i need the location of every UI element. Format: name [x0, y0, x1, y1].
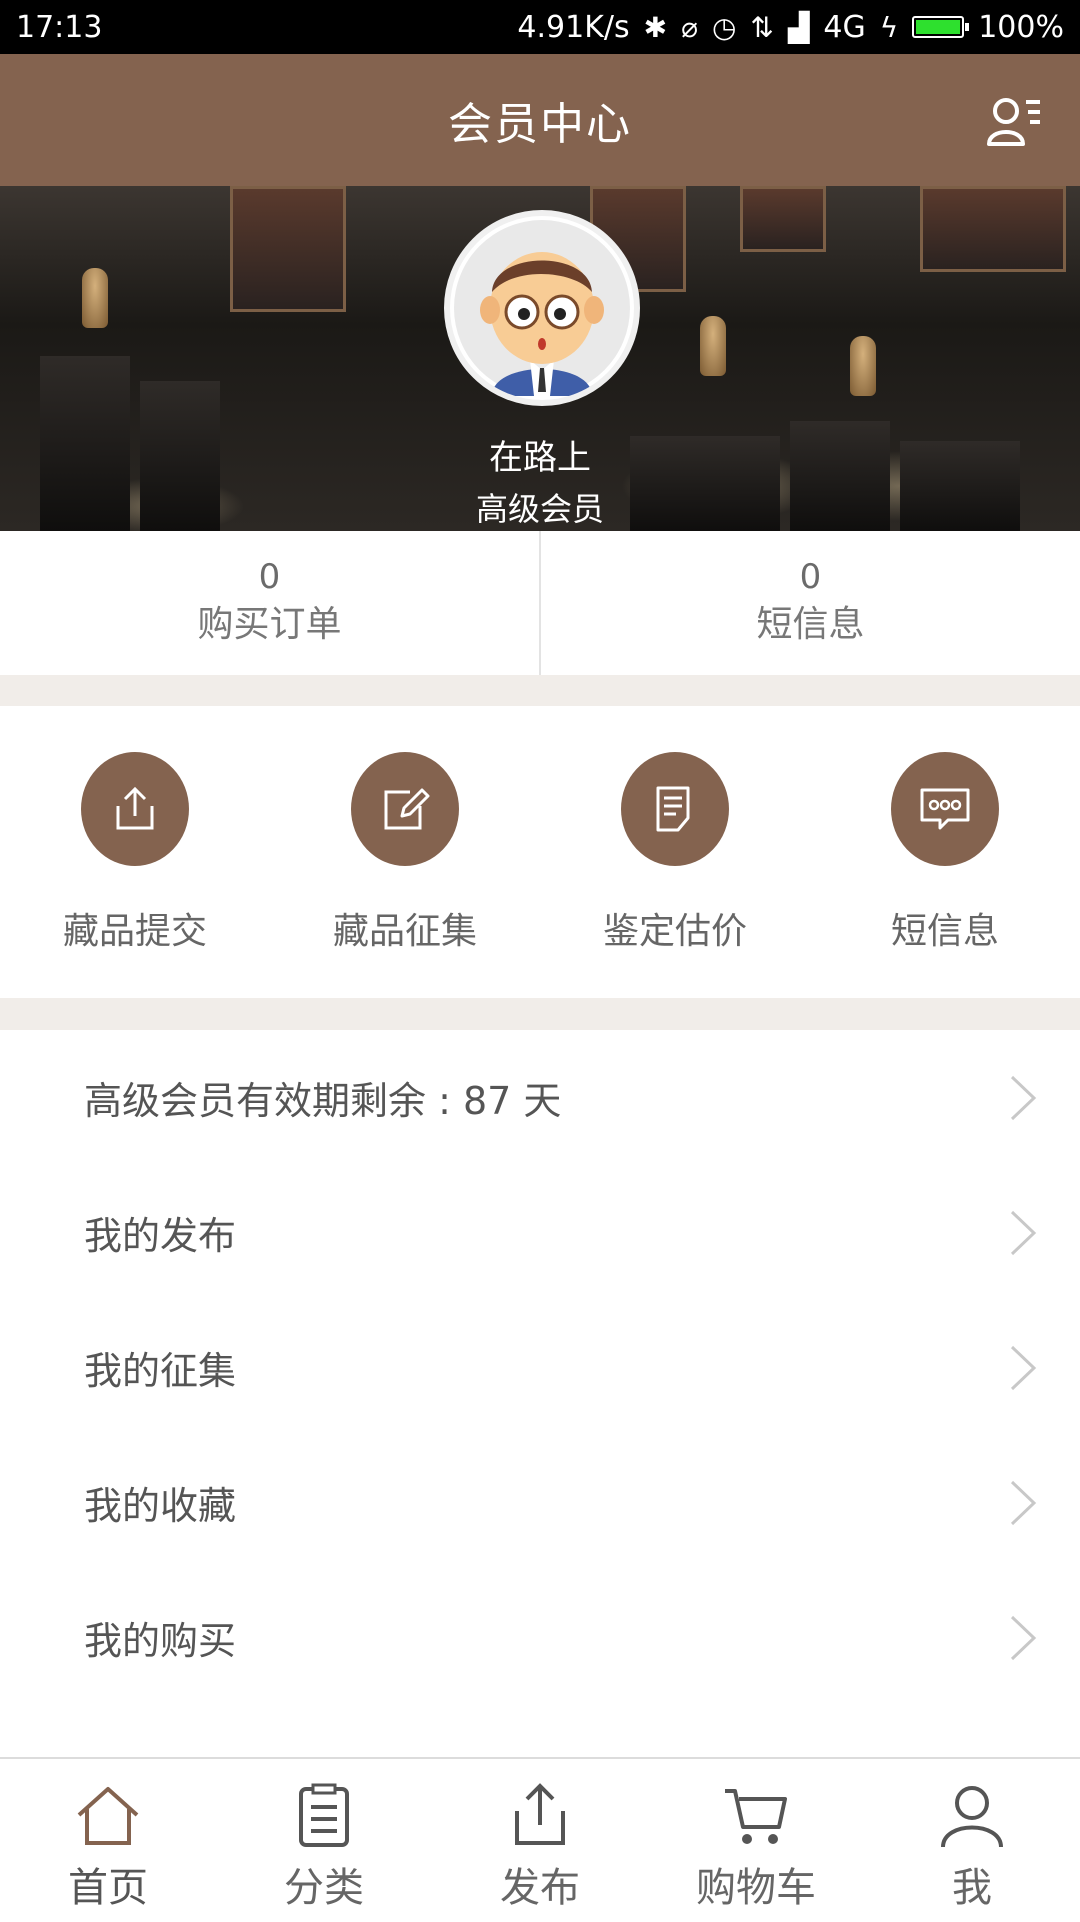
menu-item-my-purchases[interactable]: 我的购买 [0, 1570, 1080, 1705]
cart-icon [725, 1789, 787, 1844]
bluetooth-icon: ✱ [643, 10, 668, 44]
battery-level: 100% [978, 9, 1064, 45]
chevron-right-icon [1010, 1075, 1037, 1120]
user-settings-icon[interactable] [986, 96, 1042, 148]
action-label: 藏品征集 [332, 911, 477, 952]
menu-item-label: 我的购买 [84, 1619, 237, 1663]
action-appraisal[interactable]: 鉴定估价 [540, 706, 810, 998]
charging-icon: ϟ [879, 10, 899, 44]
section-divider [0, 998, 1080, 1030]
home-icon [77, 1787, 139, 1845]
nav-me[interactable]: 我 [864, 1759, 1080, 1922]
stat-orders[interactable]: 0 购买订单 [0, 531, 541, 675]
banner-artwork [920, 186, 1066, 272]
banner-statue [82, 268, 108, 328]
data-transfer-icon: ⇅ [750, 10, 774, 44]
banner-artwork [230, 186, 346, 312]
alarm-icon: ◷ [711, 10, 737, 44]
page-title: 会员中心 [448, 99, 632, 150]
stat-messages-value: 0 [799, 557, 822, 597]
action-messages[interactable]: 短信息 [810, 706, 1080, 998]
banner-statue [700, 316, 726, 376]
action-submit-collection[interactable]: 藏品提交 [0, 706, 270, 998]
action-circle [351, 752, 459, 866]
avatar-face-icon [454, 220, 630, 396]
status-time: 17:13 [16, 9, 103, 45]
person-icon [941, 1786, 1003, 1848]
menu-item-my-favorites[interactable]: 我的收藏 [0, 1435, 1080, 1570]
action-label: 鉴定估价 [602, 911, 747, 952]
action-circle [891, 752, 999, 866]
banner-statue [850, 336, 876, 396]
action-label: 短信息 [890, 911, 999, 952]
nav-cart[interactable]: 购物车 [648, 1759, 864, 1922]
section-divider [0, 675, 1080, 706]
chevron-right-icon [1010, 1210, 1037, 1255]
menu-item-label: 我的发布 [84, 1214, 237, 1258]
status-bar: 17:13 4.91K/s ✱ ⌀ ◷ ⇅ ▟ 4G ϟ 100% [0, 0, 1080, 54]
net-speed: 4.91K/s [517, 9, 630, 45]
signal-icon: ▟ [787, 10, 810, 44]
nav-category[interactable]: 分类 [216, 1759, 432, 1922]
message-icon [920, 788, 970, 830]
action-circle [81, 752, 189, 866]
list-icon [299, 1783, 349, 1847]
upload-icon [515, 1783, 565, 1845]
stat-messages-label: 短信息 [756, 604, 865, 645]
profile-level: 高级会员 [475, 490, 604, 528]
nav-publish[interactable]: 发布 [432, 1759, 648, 1922]
action-circle [621, 752, 729, 866]
menu-item-my-collections[interactable]: 我的征集 [0, 1300, 1080, 1435]
app-header: 会员中心 [0, 54, 1080, 186]
document-icon [656, 786, 690, 832]
nav-label: 分类 [284, 1865, 364, 1911]
banner-artwork [740, 186, 826, 252]
avatar[interactable] [444, 210, 640, 406]
nav-label: 购物车 [696, 1865, 816, 1911]
menu-item-label: 高级会员有效期剩余 : 87 天 [84, 1079, 562, 1123]
bottom-nav: 首页 分类 发布 购物车 我 [0, 1757, 1080, 1922]
nav-label: 我 [952, 1865, 992, 1911]
menu-item-membership-remaining[interactable]: 高级会员有效期剩余 : 87 天 [0, 1030, 1080, 1165]
upload-icon [116, 786, 154, 830]
menu-item-label: 我的征集 [84, 1349, 237, 1393]
action-collect[interactable]: 藏品征集 [270, 706, 540, 998]
status-indicators: 4.91K/s ✱ ⌀ ◷ ⇅ ▟ 4G ϟ 100% [517, 10, 1064, 45]
mute-icon: ⌀ [681, 10, 698, 44]
nav-label: 首页 [68, 1865, 148, 1911]
nav-home[interactable]: 首页 [0, 1759, 216, 1922]
chevron-right-icon [1010, 1345, 1037, 1390]
nav-label: 发布 [500, 1865, 580, 1911]
edit-icon [384, 788, 430, 830]
chevron-right-icon [1010, 1480, 1037, 1525]
action-label: 藏品提交 [62, 911, 207, 952]
network-type: 4G [823, 9, 866, 45]
menu-list: 高级会员有效期剩余 : 87 天 我的发布 我的征集 我的收藏 我的购买 [0, 1030, 1080, 1705]
stat-messages[interactable]: 0 短信息 [541, 531, 1080, 675]
quick-actions: 藏品提交 藏品征集 鉴定估价 短信息 [0, 706, 1080, 998]
stats-row: 0 购买订单 0 短信息 [0, 531, 1080, 675]
menu-item-label: 我的收藏 [84, 1484, 237, 1528]
stat-orders-value: 0 [258, 557, 281, 597]
battery-icon [912, 16, 970, 38]
chevron-right-icon [1010, 1615, 1037, 1660]
profile-name: 在路上 [489, 438, 591, 478]
stat-orders-label: 购买订单 [197, 604, 342, 645]
menu-item-my-posts[interactable]: 我的发布 [0, 1165, 1080, 1300]
